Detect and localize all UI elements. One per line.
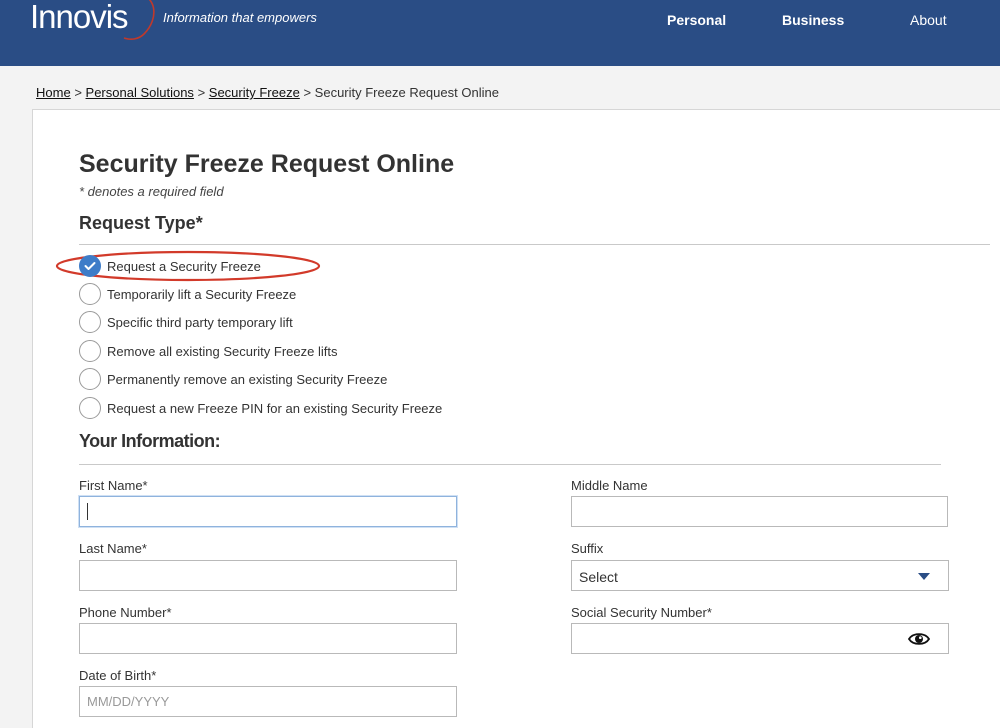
radio-permanent-remove[interactable]: Permanently remove an existing Security …: [79, 368, 387, 390]
first-name-input[interactable]: [79, 496, 457, 527]
middle-name-input[interactable]: [571, 496, 948, 527]
breadcrumb-separator: >: [74, 85, 82, 100]
caret-down-icon: [918, 573, 930, 580]
breadcrumb-separator: >: [197, 85, 206, 100]
radio-remove-lifts[interactable]: Remove all existing Security Freeze lift…: [79, 340, 337, 362]
breadcrumb-security-freeze[interactable]: Security Freeze: [209, 85, 300, 100]
radio-label: Temporarily lift a Security Freeze: [107, 286, 297, 302]
section-divider: [79, 464, 941, 465]
page-title: Security Freeze Request Online: [79, 150, 455, 178]
phone-label: Phone Number*: [79, 605, 172, 620]
last-name-input[interactable]: [79, 560, 457, 591]
breadcrumb: Home > Personal Solutions > Security Fre…: [36, 85, 499, 100]
ssn-label: Social Security Number*: [571, 605, 712, 620]
radio-new-pin[interactable]: Request a new Freeze PIN for an existing…: [79, 397, 442, 419]
radio-label: Specific third party temporary lift: [107, 314, 293, 330]
phone-input[interactable]: [79, 623, 457, 654]
breadcrumb-home[interactable]: Home: [36, 85, 71, 100]
section-divider: [79, 244, 990, 245]
required-note: * denotes a required field: [79, 184, 224, 199]
radio-third-party-lift[interactable]: Specific third party temporary lift: [79, 311, 293, 333]
dob-label: Date of Birth*: [79, 668, 157, 683]
radio-label: Permanently remove an existing Security …: [107, 371, 388, 387]
text-cursor: [87, 503, 88, 520]
request-type-heading: Request Type*: [79, 213, 203, 233]
radio-label: Request a Security Freeze: [107, 258, 261, 274]
radio-unchecked-icon[interactable]: [79, 283, 101, 305]
radio-unchecked-icon[interactable]: [79, 311, 101, 333]
last-name-label: Last Name*: [79, 541, 147, 556]
dob-input[interactable]: [79, 686, 457, 717]
logo-tagline: Information that empowers: [163, 10, 317, 25]
radio-checked-icon[interactable]: [79, 255, 101, 277]
nav-business[interactable]: Business: [782, 12, 844, 28]
nav-personal[interactable]: Personal: [667, 12, 726, 28]
ssn-input[interactable]: [571, 623, 949, 654]
radio-unchecked-icon[interactable]: [79, 397, 101, 419]
site-header: Innovis Information that empowers Person…: [0, 0, 1000, 66]
radio-temporary-lift[interactable]: Temporarily lift a Security Freeze: [79, 283, 296, 305]
first-name-label: First Name*: [79, 478, 148, 493]
nav-about[interactable]: About: [910, 12, 947, 28]
breadcrumb-separator: >: [303, 85, 312, 100]
logo-wordmark: Innovis: [30, 0, 129, 35]
radio-request-freeze[interactable]: Request a Security Freeze: [79, 255, 261, 277]
suffix-select[interactable]: Select: [571, 560, 949, 591]
breadcrumb-personal-solutions[interactable]: Personal Solutions: [86, 85, 194, 100]
radio-unchecked-icon[interactable]: [79, 368, 101, 390]
suffix-label: Suffix: [571, 541, 604, 556]
radio-label: Request a new Freeze PIN for an existing…: [107, 400, 443, 416]
middle-name-label: Middle Name: [571, 478, 648, 493]
breadcrumb-current: Security Freeze Request Online: [314, 85, 499, 100]
eye-icon[interactable]: [908, 631, 930, 647]
radio-label: Remove all existing Security Freeze lift…: [107, 343, 338, 359]
radio-unchecked-icon[interactable]: [79, 340, 101, 362]
suffix-selected-value: Select: [579, 569, 618, 585]
your-information-heading: Your Information:: [79, 431, 221, 451]
